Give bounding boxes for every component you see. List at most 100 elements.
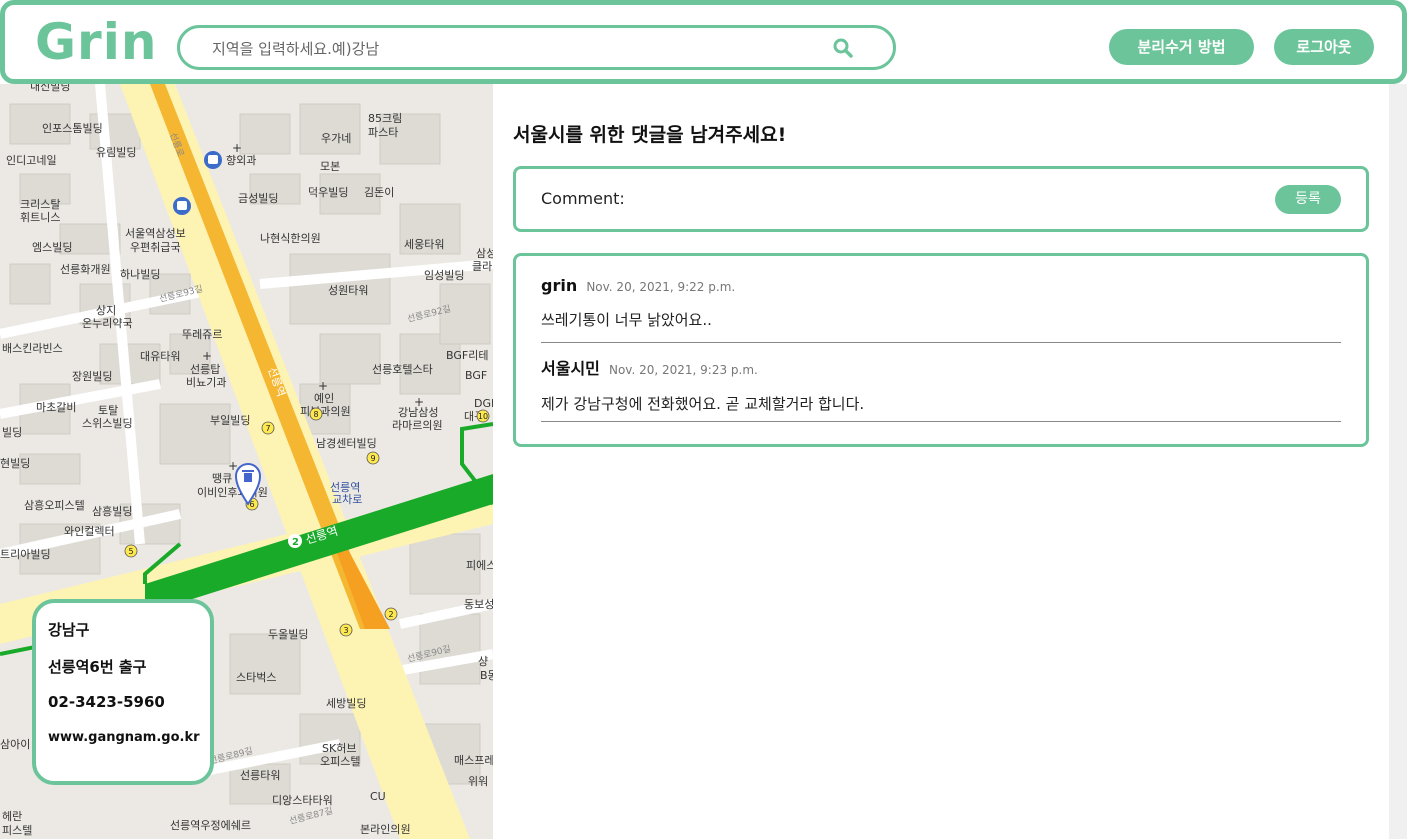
map-label: 디앙스타타워	[272, 794, 333, 807]
panel-title: 서울시를 위한 댓글을 남겨주세요!	[513, 124, 787, 146]
phone-number: 02-3423-5960	[48, 693, 165, 711]
map-label: 서울역삼성보	[125, 227, 186, 240]
map-label: 피부과의원	[300, 405, 351, 418]
map-label: 빌딩	[2, 426, 22, 439]
svg-text:+: +	[202, 349, 212, 363]
map-label: 샹	[478, 655, 488, 668]
map-label: 남경센터빌딩	[316, 437, 377, 450]
bus-stop-icon[interactable]	[204, 151, 222, 169]
map-label: SK허브	[322, 742, 356, 755]
map-label: 휘트니스	[20, 211, 60, 224]
map-label: 오피스텔	[320, 755, 360, 768]
comment-item: 서울시민 Nov. 20, 2021, 9:23 p.m. 제가 강남구청에 전…	[541, 355, 1341, 422]
svg-text:3: 3	[343, 626, 348, 635]
comment-author: 서울시민	[541, 359, 600, 378]
map-label: 땡큐	[212, 472, 232, 485]
map-label: 온누리약국	[82, 316, 133, 330]
svg-text:+: +	[414, 395, 424, 409]
map-label: 하나빌딩	[120, 267, 160, 281]
map-label: 파스타	[368, 126, 398, 139]
map-label: 금성빌딩	[238, 192, 278, 205]
comment-form: Comment: 등록	[513, 166, 1369, 232]
svg-text:9: 9	[370, 454, 375, 463]
search-bar	[177, 25, 896, 70]
register-button[interactable]: 등록	[1275, 185, 1341, 214]
map-label: 예인	[314, 392, 334, 405]
map-label: 크리스탈	[20, 198, 60, 211]
map-label: 본라인의원	[360, 823, 411, 836]
map-label: 내신빌딩	[30, 84, 70, 93]
recycling-method-button[interactable]: 분리수거 방법	[1109, 29, 1254, 65]
search-input[interactable]	[210, 28, 814, 69]
map-label: CU	[370, 790, 386, 803]
map-label: 트리아빌딩	[0, 548, 51, 561]
map-label: 클라	[472, 260, 492, 273]
map-label: 선릉타워	[240, 769, 280, 782]
exit-marker: 2	[384, 607, 398, 621]
comment-list: grin Nov. 20, 2021, 9:22 p.m. 쓰레기통이 너무 낡…	[513, 253, 1369, 447]
map-label: 선릉호텔스타	[372, 363, 433, 376]
map-label: 스타벅스	[236, 671, 276, 684]
map-label: 임성빌딩	[424, 269, 464, 282]
logout-button[interactable]: 로그아웃	[1274, 29, 1374, 65]
logo-text: Grin	[35, 13, 158, 71]
svg-text:5: 5	[128, 547, 133, 556]
comment-divider	[541, 421, 1341, 422]
street-label: 선릉로87길	[288, 805, 334, 826]
map-label: 부일빌딩	[210, 413, 250, 427]
map-label: 위워	[468, 775, 488, 788]
map-label: 매스프레	[454, 754, 493, 767]
website-link[interactable]: www.gangnam.go.kr	[48, 730, 210, 767]
exit-marker: 3	[339, 623, 353, 637]
search-icon[interactable]	[832, 37, 854, 59]
map-label: 삼흥빌딩	[92, 504, 132, 518]
map-label: 장원빌딩	[72, 370, 112, 383]
map-label: 스위스빌딩	[82, 417, 133, 430]
map-label: 향외과	[226, 154, 256, 167]
grin-logo[interactable]: Grin	[35, 13, 157, 71]
svg-text:+: +	[232, 141, 242, 155]
comment-item: grin Nov. 20, 2021, 9:22 p.m. 쓰레기통이 너무 낡…	[541, 276, 1341, 343]
comment-author: grin	[541, 276, 578, 295]
svg-text:2: 2	[388, 610, 393, 619]
map-label: 삼흥오피스텔	[24, 498, 85, 512]
top-header: Grin 분리수거 방법 로그아웃	[0, 0, 1407, 84]
svg-text:10: 10	[478, 412, 488, 421]
map-label: 덕우빌딩	[308, 186, 348, 199]
line-number: 2	[292, 537, 299, 548]
map-label: 비뇨기과	[186, 376, 226, 389]
comment-date: Nov. 20, 2021, 9:23 p.m.	[608, 363, 758, 377]
map-label: 선릉화개원	[60, 263, 111, 276]
map-label: BGF	[465, 369, 487, 382]
map-label: 헤란	[2, 810, 22, 823]
map-label: 인포스톰빌딩	[42, 122, 103, 135]
comment-label: Comment:	[541, 189, 625, 208]
map-label: 교차로	[332, 493, 362, 506]
map-label: 상지	[96, 304, 116, 317]
map-view[interactable]: 2 선릉역 선릉역 내신빌딩 인포스톰빌딩 유림빌딩 인디고네일 크리스탈 휘트…	[0, 84, 493, 839]
vertical-scrollbar[interactable]	[1389, 84, 1407, 839]
map-label: 유림빌딩	[96, 146, 136, 159]
location-info-card: 강남구 선릉역6번 출구 02-3423-5960 www.gangnam.go…	[32, 599, 214, 785]
bus-stop-icon[interactable]	[173, 197, 191, 215]
map-label: 세방빌딩	[326, 697, 366, 710]
map-label: 뚜레쥬르	[182, 328, 222, 341]
district-name: 강남구	[48, 621, 90, 639]
comment-text: 제가 강남구청에 전화했어요. 곧 교체할거라 합니다.	[541, 395, 865, 413]
exit-marker: 5	[124, 544, 138, 558]
map-label: 우가네	[321, 132, 351, 145]
map-label: 김돈이	[364, 186, 394, 199]
map-label: DGB	[474, 397, 493, 410]
map-label: 인디고네일	[6, 153, 57, 167]
map-label: 선릉역우정에쉐르	[170, 819, 251, 832]
map-label: 나현식한의원	[260, 232, 321, 245]
comment-date: Nov. 20, 2021, 9:22 p.m.	[586, 280, 736, 294]
bin-location: 선릉역6번 출구	[48, 658, 147, 676]
comment-input[interactable]	[631, 183, 1255, 215]
svg-text:+: +	[318, 379, 328, 393]
map-label: 우편취급국	[130, 241, 181, 254]
map-label: 세웅타워	[404, 238, 444, 251]
map-label: 피에스	[466, 559, 493, 572]
map-label: 대유타워	[140, 350, 180, 363]
exit-marker: 7	[261, 421, 275, 435]
